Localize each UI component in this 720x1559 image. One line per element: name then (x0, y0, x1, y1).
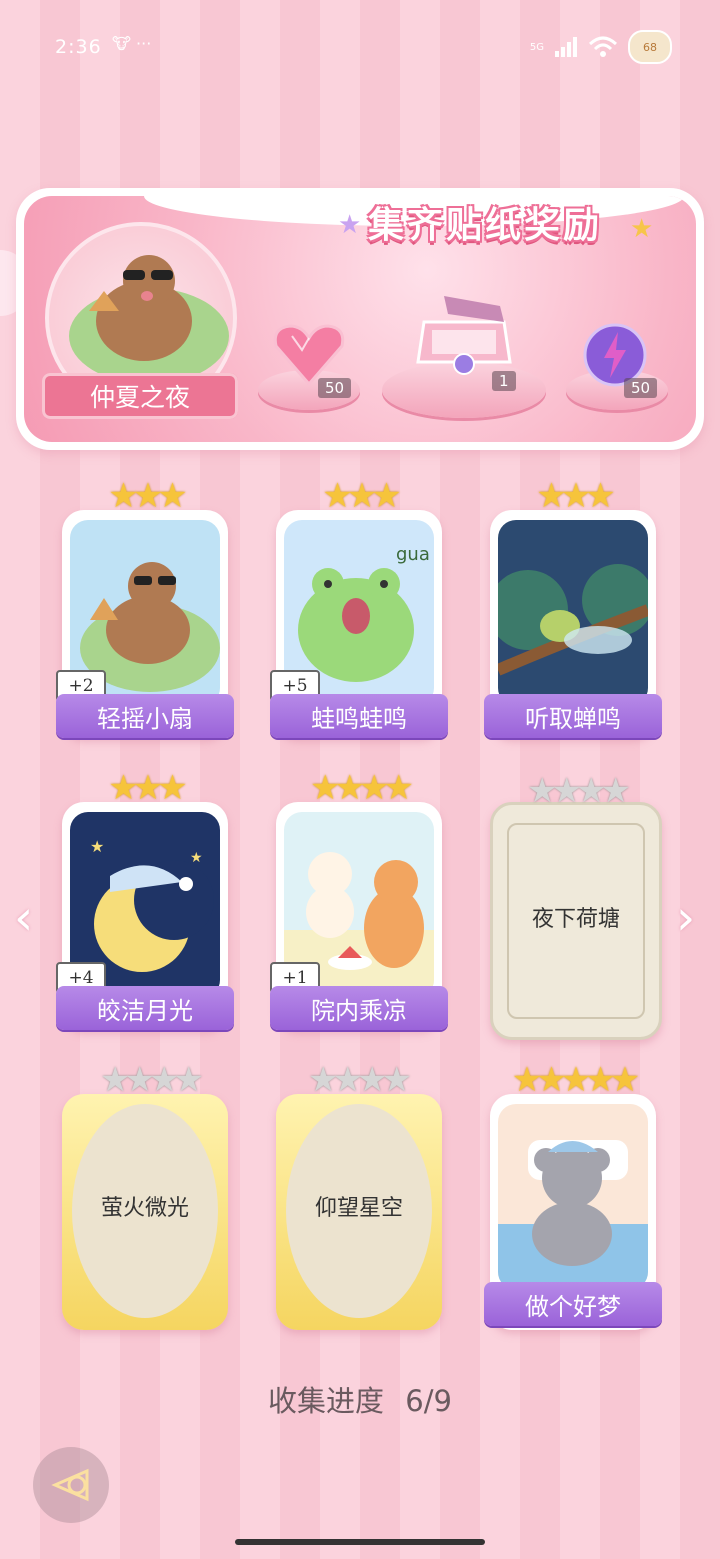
svg-text:★: ★ (190, 850, 203, 866)
sticker-card[interactable]: ★★★★★ 做个好梦 (484, 1060, 662, 1330)
back-button[interactable] (33, 1447, 109, 1523)
sticker-name: 仰望星空 (314, 1196, 403, 1221)
gift-box-icon[interactable] (414, 292, 514, 378)
star-decoration-icon: ★ (338, 210, 362, 240)
pink-heart-gem-icon[interactable] (272, 322, 346, 386)
sticker-name: 听取蝉鸣 (484, 694, 662, 738)
network-label: 5G (529, 41, 544, 53)
star-rating: ★★★★ (527, 771, 631, 811)
cicada-icon (498, 564, 648, 676)
sticker-card[interactable]: ★★★ ★ ★ +4 皎洁月光 (56, 768, 234, 1030)
home-indicator[interactable] (235, 1539, 485, 1545)
koala-sleeping-icon (498, 1140, 648, 1290)
back-arrow-icon (51, 1468, 89, 1502)
reward-count: 50 (624, 378, 658, 398)
wifi-icon (588, 36, 618, 57)
star-decoration-icon: ★ (630, 214, 654, 244)
star-rating: ★★★★ (310, 768, 414, 808)
gua-text: gua (396, 544, 430, 565)
sticker-name: 做个好梦 (484, 1282, 662, 1326)
progress-label: 收集进度 (268, 1384, 385, 1418)
sticker-card[interactable]: ★★★ gua +5 蛙鸣蛙鸣 (270, 476, 448, 738)
prev-page-arrow-icon[interactable]: ‹ (14, 890, 33, 946)
theme-label: 仲夏之夜 (42, 373, 238, 419)
star-rating: ★★★★ (100, 1060, 204, 1100)
signal-icon (555, 37, 577, 57)
status-right: 5G 68 (530, 30, 672, 64)
status-bar: 2:36 🐮 ··· 5G 68 (0, 0, 720, 96)
star-rating: ★★★ (536, 476, 615, 516)
svg-text:★: ★ (90, 837, 104, 856)
star-rating: ★★★★★ (511, 1060, 640, 1100)
sticker-name: 蛙鸣蛙鸣 (270, 694, 448, 738)
sticker-card[interactable]: ★★★ +2 轻摇小扇 (56, 476, 234, 738)
reward-count: 50 (318, 378, 352, 398)
status-time: 2:36 (55, 36, 102, 58)
star-rating: ★★★ (108, 768, 187, 808)
sticker-card[interactable]: ★★★★ +1 院内乘凉 (270, 768, 448, 1030)
battery-icon: 68 (628, 30, 672, 64)
sticker-name: 夜下荷塘 (531, 907, 620, 932)
star-rating: ★★★ (108, 476, 187, 516)
sticker-art (498, 1104, 648, 1290)
sticker-name: 皎洁月光 (56, 986, 234, 1030)
status-notification-icons: 🐮 ··· (112, 34, 152, 53)
next-page-arrow-icon[interactable]: › (676, 890, 695, 946)
sticker-name: 院内乘凉 (270, 986, 448, 1030)
sticker-card-locked[interactable]: ★★★★ 萤火微光 (62, 1060, 228, 1330)
sticker-art (498, 520, 648, 706)
star-rating: ★★★★ (308, 1060, 412, 1100)
star-rating: ★★★ (322, 476, 401, 516)
banner-title: 集齐贴纸奖励 (368, 205, 603, 246)
battery-level: 68 (643, 40, 657, 54)
sticker-card[interactable]: ★★★ 听取蝉鸣 (484, 476, 662, 738)
collection-progress: 收集进度 6/9 (0, 1378, 720, 1420)
sticker-name: 轻摇小扇 (56, 694, 234, 738)
progress-value: 6/9 (405, 1384, 452, 1418)
sticker-card-locked[interactable]: ★★★★ 仰望星空 (276, 1060, 442, 1330)
sticker-name: 萤火微光 (100, 1196, 189, 1221)
sticker-card-locked[interactable]: ★★★★ 夜下荷塘 (490, 771, 662, 1040)
reward-count: 1 (492, 371, 516, 391)
